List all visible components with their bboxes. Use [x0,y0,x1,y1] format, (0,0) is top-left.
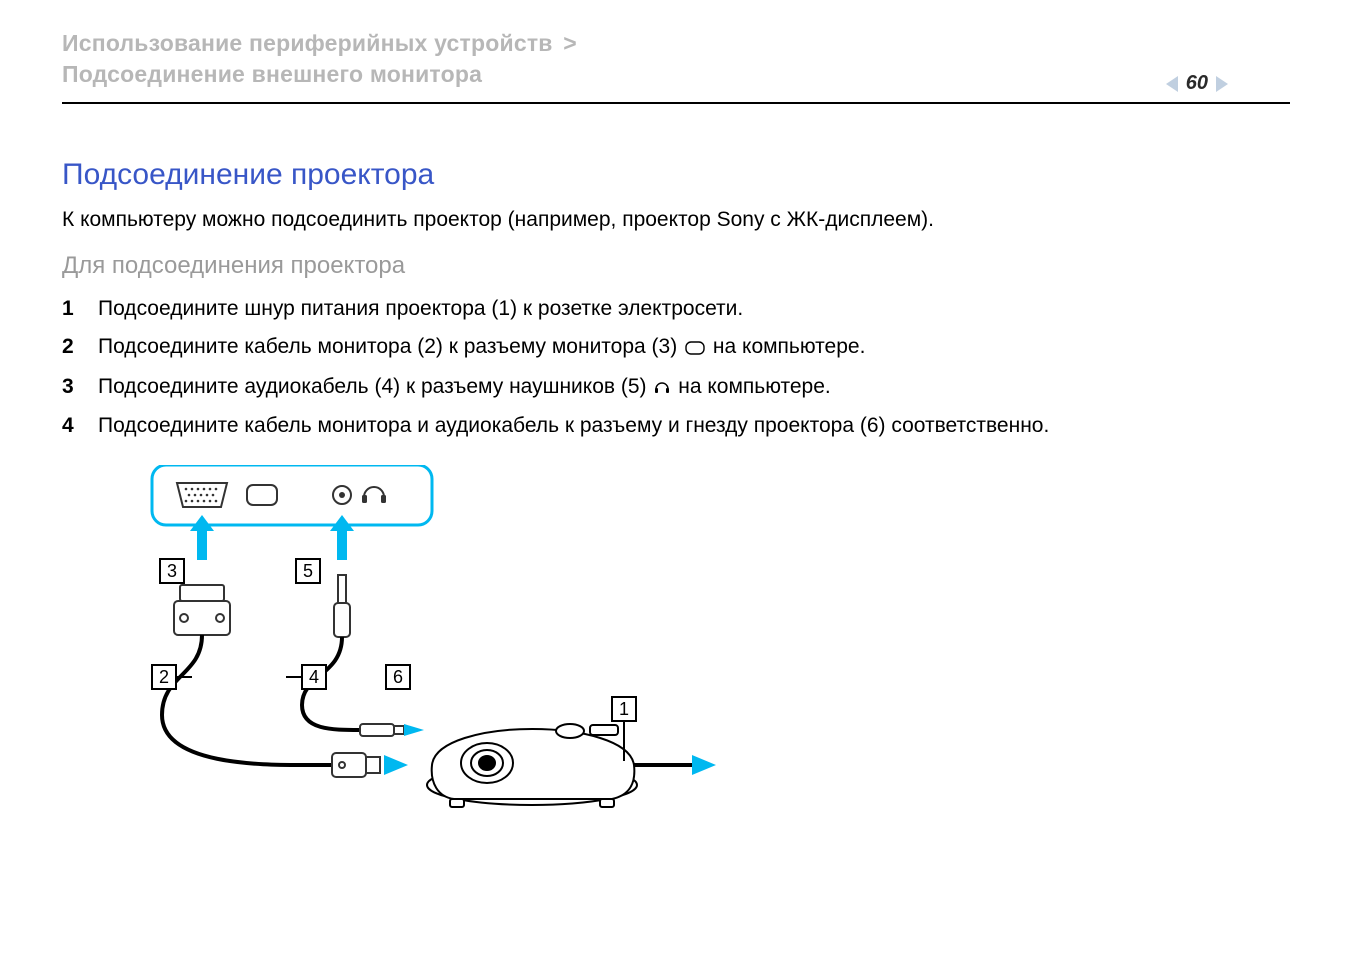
breadcrumb-separator: > [563,30,577,56]
step-item: Подсоедините кабель монитора и аудиокабе… [62,409,1290,443]
headphones-icon [654,372,670,406]
diagram-label-3: 3 [167,561,177,581]
step-text: Подсоедините кабель монитора (2) к разъе… [98,330,1290,366]
section-intro: К компьютеру можно подсоединить проектор… [62,206,1290,234]
breadcrumb: Использование периферийных устройств > П… [62,28,1290,90]
diagram-label-5: 5 [303,561,313,581]
connection-diagram: 3 5 [102,465,1290,820]
step-text: Подсоедините шнур питания проектора (1) … [98,292,1290,326]
section-subtitle: Для подсоединения проектора [62,252,1290,280]
page-header: Использование периферийных устройств > П… [62,28,1290,104]
step-text-pre: Подсоедините шнур питания проектора (1) … [98,297,743,320]
page-number: 60 [1186,72,1208,95]
step-item: Подсоедините шнур питания проектора (1) … [62,292,1290,326]
diagram-label-6: 6 [393,667,403,687]
step-text-pre: Подсоедините кабель монитора (2) к разъе… [98,335,683,358]
step-text: Подсоедините аудиокабель (4) к разъему н… [98,370,1290,406]
breadcrumb-parent: Использование периферийных устройств [62,30,553,56]
step-item: Подсоедините кабель монитора (2) к разъе… [62,330,1290,366]
prev-page-icon[interactable] [1166,76,1178,92]
section-title: Подсоединение проектора [62,158,1290,192]
monitor-port-icon [685,332,705,366]
step-text: Подсоедините кабель монитора и аудиокабе… [98,409,1290,443]
diagram-label-2: 2 [159,667,169,687]
next-page-icon[interactable] [1216,76,1228,92]
step-text-pre: Подсоедините аудиокабель (4) к разъему н… [98,375,652,398]
step-text-pre: Подсоедините кабель монитора и аудиокабе… [98,414,1049,437]
step-text-post: на компьютере. [713,335,866,358]
page-navigation: 60 [1166,72,1228,95]
steps-list: Подсоедините шнур питания проектора (1) … [62,292,1290,442]
diagram-label-4: 4 [309,667,319,687]
diagram-label-1: 1 [619,699,629,719]
content: Подсоединение проектора К компьютеру мож… [62,158,1290,820]
header-rule [62,102,1290,104]
step-item: Подсоедините аудиокабель (4) к разъему н… [62,370,1290,406]
breadcrumb-child: Подсоединение внешнего монитора [62,61,482,87]
step-text-post: на компьютере. [678,375,831,398]
page: Использование периферийных устройств > П… [0,0,1352,954]
